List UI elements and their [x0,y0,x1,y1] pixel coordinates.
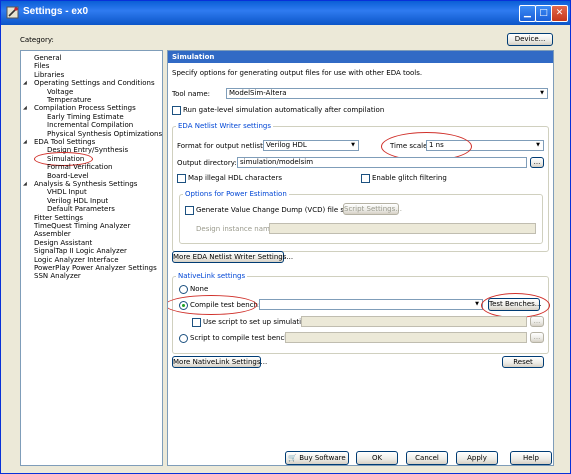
panel-description: Specify options for generating output fi… [172,69,423,77]
tree-item[interactable]: Analysis & Synthesis Settings [34,180,137,188]
tree-item[interactable]: Incremental Compilation [47,121,133,129]
chevron-down-icon: ▼ [533,141,543,150]
expand-arrow-icon[interactable]: ◢ [23,104,27,112]
tree-item[interactable]: Operating Settings and Conditions [34,79,155,87]
expand-arrow-icon[interactable]: ◢ [23,79,27,87]
design-instance-input[interactable] [269,223,536,234]
tree-item[interactable]: Design Assistant [34,239,92,247]
power-estimation-group-title: Options for Power Estimation [183,190,289,198]
vcd-checkbox[interactable] [185,206,194,215]
use-script-browse-button[interactable]: ... [530,316,544,327]
window-title: Settings - ex0 [23,6,89,17]
script-compile-input[interactable] [285,332,527,343]
tree-item[interactable]: SignalTap II Logic Analyzer [34,247,127,255]
category-label: Category: [20,36,54,44]
tree-item[interactable]: TimeQuest Timing Analyzer [34,222,130,230]
output-directory-input[interactable]: simulation/modelsim [237,157,527,168]
tree-item[interactable]: Logic Analyzer Interface [34,256,119,264]
more-eda-settings-button[interactable]: More EDA Netlist Writer Settings... [172,251,293,263]
minimize-icon: ▁ [524,8,531,18]
tool-name-select[interactable]: ModelSim-Altera ▼ [226,88,548,99]
tree-item[interactable]: Voltage [47,88,73,96]
category-tree[interactable]: General Files Libraries ◢ Operating Settings… [20,50,163,466]
tree-item[interactable]: Physical Synthesis Optimizations [47,130,162,138]
minimize-button[interactable]: ▁ [519,5,536,22]
design-instance-label: Design instance name: [196,225,277,233]
chevron-down-icon: ▼ [348,141,358,150]
maximize-button[interactable]: □ [535,5,552,22]
vcd-label: Generate Value Change Dump (VCD) file sc… [196,206,360,214]
tree-item[interactable]: EDA Tool Settings [34,138,95,146]
format-value: Verilog HDL [266,141,307,149]
expand-arrow-icon[interactable]: ◢ [23,138,27,146]
simulation-panel: Simulation Specify options for generatin… [167,50,554,466]
buy-software-label: Buy Software [299,454,346,462]
tree-item[interactable]: Assembler [34,230,71,238]
tree-item[interactable]: Board-Level [47,172,89,180]
reset-button[interactable]: Reset [502,356,544,368]
chevron-down-icon: ▼ [537,89,547,98]
tool-name-label: Tool name: [172,90,211,98]
more-nativelink-settings-button[interactable]: More NativeLink Settings... [172,356,267,368]
output-directory-browse-button[interactable]: ... [530,157,544,168]
none-radio[interactable] [179,285,188,294]
tree-item[interactable]: SSN Analyzer [34,272,81,280]
tree-item[interactable]: PowerPlay Power Analyzer Settings [34,264,157,272]
settings-app-icon [6,6,19,19]
buy-software-button[interactable]: 🛒 Buy Software [285,451,349,465]
compile-test-bench-highlight [168,295,257,315]
maximize-icon: □ [539,8,548,18]
script-compile-browse-button[interactable]: ... [530,332,544,343]
map-illegal-label: Map illegal HDL characters [188,174,282,182]
tree-item[interactable]: Fitter Settings [34,214,83,222]
tree-item[interactable]: VHDL Input [47,188,87,196]
device-button[interactable]: Device... [507,33,553,46]
tree-item[interactable]: Default Parameters [47,205,115,213]
script-settings-button[interactable]: Script Settings... [343,203,402,215]
map-illegal-checkbox[interactable] [177,174,186,183]
run-gate-level-checkbox[interactable] [172,106,181,115]
tree-item[interactable]: Libraries [34,71,64,79]
tree-item[interactable]: Verilog HDL Input [47,197,108,205]
tree-item[interactable]: Compilation Process Settings [34,104,136,112]
settings-window: Settings - ex0 ▁ □ ✕ Category: Device...… [0,0,571,474]
use-script-input[interactable] [301,316,527,327]
use-script-checkbox[interactable] [192,318,201,327]
enable-glitch-checkbox[interactable] [361,174,370,183]
title-bar[interactable]: Settings - ex0 ▁ □ ✕ [1,1,570,25]
format-label: Format for output netlist: [177,142,266,150]
run-gate-level-label: Run gate-level simulation automatically … [183,106,385,114]
tree-item[interactable]: Files [34,62,49,70]
nativelink-group-title: NativeLink settings [176,272,248,280]
format-select[interactable]: Verilog HDL ▼ [263,140,359,151]
tree-item[interactable]: Formal Verification [47,163,112,171]
tool-name-value: ModelSim-Altera [229,89,287,97]
tree-item[interactable]: Early Timing Estimate [47,113,124,121]
close-icon: ✕ [555,8,564,18]
test-benches-highlight [481,293,550,318]
ok-button[interactable]: OK [356,451,398,465]
close-button[interactable]: ✕ [551,5,568,22]
cancel-button[interactable]: Cancel [406,451,448,465]
none-label: None [190,285,209,293]
script-compile-label: Script to compile test bench: [190,334,292,342]
power-estimation-group [179,194,543,244]
expand-arrow-icon[interactable]: ◢ [23,180,27,188]
apply-button[interactable]: Apply [456,451,498,465]
shopping-cart-icon: 🛒 [288,454,297,462]
tree-item[interactable]: General [34,54,62,62]
output-directory-label: Output directory: [177,159,237,167]
use-script-label: Use script to set up simulation: [203,318,313,326]
panel-heading: Simulation [168,51,553,63]
enable-glitch-label: Enable glitch filtering [372,174,447,182]
eda-netlist-group-title: EDA Netlist Writer settings [176,122,273,130]
tree-item[interactable]: Temperature [47,96,91,104]
script-compile-radio[interactable] [179,334,188,343]
compile-test-bench-select[interactable]: ▼ [259,299,483,310]
help-button[interactable]: Help [510,451,552,465]
